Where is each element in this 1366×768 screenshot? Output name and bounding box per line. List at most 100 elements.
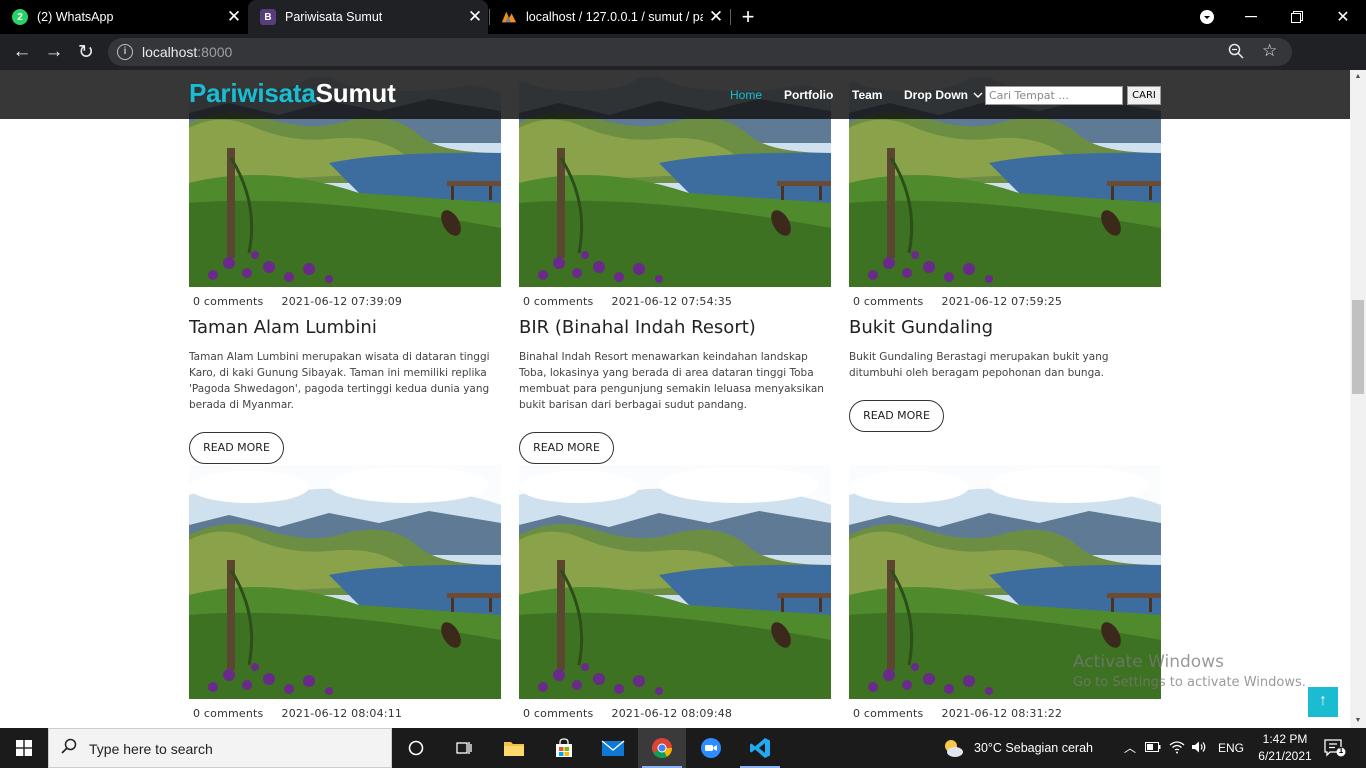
address-bar[interactable]: i localhost:8000 ☆ — [108, 38, 1292, 66]
nav-portfolio[interactable]: Portfolio — [784, 88, 833, 102]
taskbar-store[interactable] — [540, 728, 588, 768]
read-more-button[interactable]: READ MORE — [519, 432, 614, 464]
restore-icon — [1291, 11, 1303, 23]
system-tray: 30°C Sebagian cerah ︿ ENG 1:42 PM 6/21/2… — [940, 728, 1366, 768]
search-input[interactable] — [985, 86, 1123, 105]
notification-icon[interactable]: 1 — [1324, 739, 1346, 760]
zoom-icon[interactable] — [1228, 43, 1244, 63]
post-description: Bukit Gundaling Berastagi merupakan buki… — [849, 351, 1109, 379]
minimize-button[interactable] — [1228, 0, 1274, 34]
arrow-up-icon: ↑ — [1319, 692, 1327, 709]
minimize-icon — [1245, 16, 1257, 18]
clock-date[interactable]: 6/21/2021 — [1254, 749, 1316, 763]
nav-home[interactable]: Home — [730, 88, 762, 102]
post-meta: 0 comments 2021-06-12 08:31:22 — [853, 707, 1063, 720]
post-meta: 0 comments 2021-06-12 07:59:25 — [853, 295, 1063, 308]
arrow-left-icon: ← — [12, 41, 32, 62]
taskbar-zoom[interactable] — [687, 728, 735, 768]
new-tab-button[interactable]: + — [736, 4, 760, 30]
tab-title: (2) WhatsApp — [37, 10, 114, 24]
scroll-up-icon[interactable]: ▲ — [1350, 70, 1366, 84]
mail-icon — [601, 740, 625, 756]
back-button[interactable]: ← — [8, 38, 36, 66]
close-icon[interactable]: ✕ — [462, 7, 488, 27]
browser-toolbar: ← → ↻ i localhost:8000 ☆ ⋮ — [0, 34, 1366, 96]
whatsapp-icon: 2 — [12, 9, 28, 25]
close-icon[interactable]: ✕ — [703, 7, 729, 27]
taskbar-mail[interactable] — [589, 728, 637, 768]
nav-dropdown-label: Drop Down — [904, 88, 968, 102]
taskbar-search-box[interactable]: Type here to search — [48, 728, 392, 768]
task-view-icon — [456, 742, 472, 754]
close-icon: ✕ — [1336, 9, 1350, 26]
start-button[interactable] — [0, 728, 48, 768]
profile-dropdown-button[interactable] — [1184, 0, 1230, 34]
post-title[interactable]: Taman Alam Lumbini — [189, 317, 377, 338]
info-icon[interactable]: i — [117, 44, 133, 60]
post-image[interactable] — [519, 465, 831, 699]
battery-icon[interactable] — [1145, 741, 1161, 755]
scroll-down-icon[interactable]: ▼ — [1350, 714, 1366, 728]
tab-title: localhost / 127.0.0.1 / sumut / pa — [526, 10, 703, 24]
url-text[interactable]: localhost:8000 — [142, 44, 232, 60]
cortana-button[interactable] — [392, 728, 440, 768]
taskbar-vscode[interactable] — [736, 728, 784, 768]
folder-icon — [504, 742, 524, 756]
reload-button[interactable]: ↻ — [72, 38, 100, 66]
search-icon — [61, 738, 77, 759]
post-description: Binahal Indah Resort menawarkan keindaha… — [519, 351, 824, 411]
phpmyadmin-icon — [501, 9, 517, 25]
post-meta: 0 comments 2021-06-12 07:54:35 — [523, 295, 733, 308]
back-to-top-button[interactable]: ↑ — [1308, 687, 1338, 717]
wifi-icon[interactable] — [1169, 740, 1185, 757]
site-navbar: PariwisataSumut Home Portfolio Team Drop… — [0, 70, 1350, 119]
post-image[interactable] — [189, 465, 501, 699]
browser-tab-bar: 2 (2) WhatsApp ✕ B Pariwisata Sumut ✕ lo… — [0, 0, 1366, 34]
bookmark-star-icon[interactable]: ☆ — [1262, 41, 1277, 61]
chevron-down-icon — [973, 92, 983, 98]
chevron-down-icon — [1200, 10, 1214, 24]
cortana-icon — [408, 740, 424, 756]
weather-icon[interactable] — [942, 738, 964, 761]
post-meta: 0 comments 2021-06-12 07:39:09 — [193, 295, 403, 308]
post-title[interactable]: BIR (Binahal Indah Resort) — [519, 317, 756, 338]
search-button[interactable]: CARI — [1127, 86, 1161, 105]
taskbar-chrome[interactable] — [638, 728, 686, 768]
zoom-app-icon — [701, 738, 721, 758]
site-logo[interactable]: PariwisataSumut — [189, 78, 396, 109]
volume-icon[interactable] — [1191, 740, 1207, 757]
forward-button[interactable]: → — [40, 38, 68, 66]
nav-dropdown[interactable]: Drop Down — [904, 88, 983, 102]
taskbar-file-explorer[interactable] — [490, 728, 538, 768]
chevron-up-icon[interactable]: ︿ — [1124, 739, 1136, 756]
bootstrap-icon: B — [260, 9, 276, 25]
activate-windows-watermark: Activate Windows Go to Settings to activ… — [1073, 652, 1306, 690]
nav-team[interactable]: Team — [852, 88, 882, 102]
page-viewport: PariwisataSumut Home Portfolio Team Drop… — [0, 70, 1350, 728]
arrow-right-icon: → — [44, 41, 64, 62]
language-indicator[interactable]: ENG — [1218, 741, 1244, 755]
vscode-icon — [750, 738, 770, 758]
clock-time[interactable]: 1:42 PM — [1259, 732, 1311, 746]
post-meta: 0 comments 2021-06-12 08:04:11 — [193, 707, 403, 720]
tab-title: Pariwisata Sumut — [285, 10, 383, 24]
scrollbar-thumb[interactable] — [1352, 300, 1364, 394]
tab-pariwisata-sumut[interactable]: B Pariwisata Sumut ✕ — [248, 0, 488, 34]
read-more-button[interactable]: READ MORE — [849, 400, 944, 432]
close-window-button[interactable]: ✕ — [1320, 0, 1366, 34]
read-more-button[interactable]: READ MORE — [189, 432, 284, 464]
post-title[interactable]: Bukit Gundaling — [849, 317, 993, 338]
page-scrollbar[interactable]: ▲ ▼ — [1350, 70, 1366, 728]
store-icon — [556, 738, 572, 757]
restore-button[interactable] — [1274, 0, 1320, 34]
windows-taskbar: Type here to search 30°C Sebagian cerah … — [0, 728, 1366, 768]
task-view-button[interactable] — [440, 728, 488, 768]
windows-logo-icon — [16, 740, 32, 756]
tab-phpmyadmin[interactable]: localhost / 127.0.0.1 / sumut / pa ✕ — [489, 0, 729, 34]
tab-separator — [730, 9, 731, 25]
close-icon[interactable]: ✕ — [221, 7, 247, 27]
taskbar-search-placeholder: Type here to search — [89, 741, 213, 757]
post-description: Taman Alam Lumbini merupakan wisata di d… — [189, 351, 490, 411]
weather-text[interactable]: 30°C Sebagian cerah — [974, 741, 1093, 755]
tab-whatsapp[interactable]: 2 (2) WhatsApp ✕ — [0, 0, 247, 34]
